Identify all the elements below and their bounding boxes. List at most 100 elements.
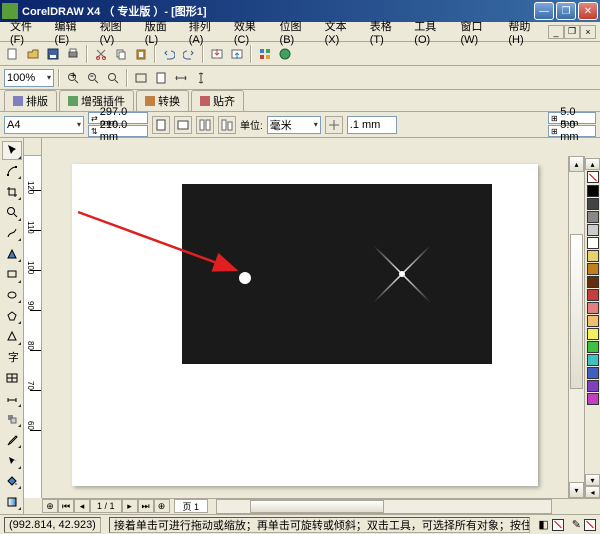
smart-fill-tool[interactable] <box>2 244 22 263</box>
palette-down-button[interactable]: ▾ <box>585 474 600 486</box>
scroll-down-button[interactable]: ▾ <box>569 482 584 498</box>
vertical-ruler[interactable]: 12011010090807060 <box>24 156 42 498</box>
color-swatch[interactable] <box>587 211 599 223</box>
color-swatch[interactable] <box>587 341 599 353</box>
interactive-fill-tool[interactable] <box>2 492 22 511</box>
interactive-tool[interactable] <box>2 410 22 429</box>
color-swatch[interactable] <box>587 250 599 262</box>
toolbox: 字 <box>0 138 24 514</box>
zoom-tool[interactable] <box>2 203 22 222</box>
color-swatch[interactable] <box>587 198 599 210</box>
zoom-height-button[interactable] <box>192 69 210 87</box>
zoom-selection-button[interactable] <box>104 69 122 87</box>
menu-table[interactable]: 表格(T) <box>364 16 409 48</box>
menu-help[interactable]: 帮助(H) <box>502 16 548 48</box>
color-swatch[interactable] <box>587 224 599 236</box>
unit-combo[interactable]: 毫米▾ <box>267 116 321 134</box>
ruler-origin[interactable] <box>24 138 42 156</box>
eyedropper-tool[interactable] <box>2 430 22 449</box>
zoom-page-button[interactable] <box>152 69 170 87</box>
svg-text:-: - <box>90 72 94 82</box>
add-page-after-button[interactable]: ⊕ <box>154 499 170 513</box>
vertical-scrollbar[interactable]: ▴ ▾ <box>568 156 584 498</box>
last-page-button[interactable]: ⏭ <box>138 499 154 513</box>
nudge-input[interactable]: .1 mm <box>347 116 397 134</box>
color-swatch[interactable] <box>587 393 599 405</box>
pages-equal-button[interactable] <box>196 116 214 134</box>
color-swatch[interactable] <box>587 380 599 392</box>
portrait-button[interactable] <box>152 116 170 134</box>
fill-tool[interactable] <box>2 472 22 491</box>
cursor-coordinates: (992.814, 42.923) <box>4 517 101 533</box>
tab-layout[interactable]: 排版 <box>4 90 57 111</box>
page-background <box>72 164 538 486</box>
bucket-icon: ◧ <box>538 518 548 531</box>
color-swatch[interactable] <box>587 289 599 301</box>
drawing-canvas[interactable] <box>42 156 568 498</box>
next-page-button[interactable]: ▸ <box>122 499 138 513</box>
landscape-button[interactable] <box>174 116 192 134</box>
menu-view[interactable]: 视图(V) <box>94 16 139 48</box>
menu-text[interactable]: 文本(X) <box>319 16 364 48</box>
menu-window[interactable]: 窗口(W) <box>455 16 503 48</box>
menu-layout[interactable]: 版面(L) <box>139 16 183 48</box>
color-swatch[interactable] <box>587 367 599 379</box>
crop-tool[interactable] <box>2 182 22 201</box>
color-swatch[interactable] <box>587 328 599 340</box>
close-button[interactable]: ✕ <box>578 2 598 20</box>
layout-icon <box>13 96 23 106</box>
star-shape[interactable] <box>342 214 462 334</box>
basic-shapes-tool[interactable] <box>2 327 22 346</box>
menu-effects[interactable]: 效果(C) <box>228 16 274 48</box>
unit-label: 单位: <box>240 117 263 132</box>
menu-arrange[interactable]: 排列(A) <box>183 16 228 48</box>
doc-restore-button[interactable]: ❐ <box>564 25 580 39</box>
zoom-width-button[interactable] <box>172 69 190 87</box>
prev-page-button[interactable]: ◂ <box>74 499 90 513</box>
menu-edit[interactable]: 编辑(E) <box>49 16 94 48</box>
color-swatch[interactable] <box>587 302 599 314</box>
grid-y-input[interactable]: ⊞ 5.0 mm <box>548 125 596 137</box>
no-fill-swatch[interactable] <box>587 171 599 183</box>
paper-size-combo[interactable]: A4▾ <box>4 116 84 134</box>
outline-indicator[interactable]: ✎ <box>572 518 596 531</box>
page-tab-1[interactable]: 页 1 <box>174 499 209 513</box>
rectangle-tool[interactable] <box>2 265 22 284</box>
palette-up-button[interactable]: ▴ <box>585 158 600 170</box>
dimension-tool[interactable] <box>2 389 22 408</box>
text-tool[interactable]: 字 <box>2 348 22 367</box>
first-page-button[interactable]: ⏮ <box>58 499 74 513</box>
color-swatch[interactable] <box>587 315 599 327</box>
outline-tool[interactable] <box>2 451 22 470</box>
maximize-button[interactable]: ❐ <box>556 2 576 20</box>
table-tool[interactable] <box>2 368 22 387</box>
color-swatch[interactable] <box>587 185 599 197</box>
fill-indicator[interactable]: ◧ <box>538 518 563 531</box>
palette-flyout-button[interactable]: ◂ <box>585 486 600 498</box>
color-swatch[interactable] <box>587 354 599 366</box>
zoom-in-button[interactable]: + <box>64 69 82 87</box>
menu-tools[interactable]: 工具(O) <box>408 16 454 48</box>
menu-bitmap[interactable]: 位图(B) <box>274 16 319 48</box>
add-page-button[interactable]: ⊕ <box>42 499 58 513</box>
shape-tool[interactable] <box>2 162 22 181</box>
menu-file[interactable]: 文件(F) <box>4 16 49 48</box>
polygon-tool[interactable] <box>2 306 22 325</box>
ellipse-tool[interactable] <box>2 286 22 305</box>
color-swatch[interactable] <box>587 237 599 249</box>
color-swatch[interactable] <box>587 263 599 275</box>
zoom-out-button[interactable]: - <box>84 69 102 87</box>
freehand-tool[interactable] <box>2 224 22 243</box>
color-swatch[interactable] <box>587 276 599 288</box>
pick-tool[interactable] <box>2 141 22 160</box>
zoom-all-button[interactable] <box>132 69 150 87</box>
pages-different-button[interactable] <box>218 116 236 134</box>
doc-close-button[interactable]: × <box>580 25 596 39</box>
zoom-level-combo[interactable]: 100%▾ <box>4 69 54 87</box>
annotation-arrow <box>76 208 246 288</box>
doc-minimize-button[interactable]: _ <box>548 25 564 39</box>
svg-text:字: 字 <box>8 351 18 363</box>
scroll-up-button[interactable]: ▴ <box>569 156 584 172</box>
page-height-input[interactable]: ⇅210.0 mm <box>88 125 148 137</box>
tab-snap[interactable]: 贴齐 <box>191 90 244 111</box>
